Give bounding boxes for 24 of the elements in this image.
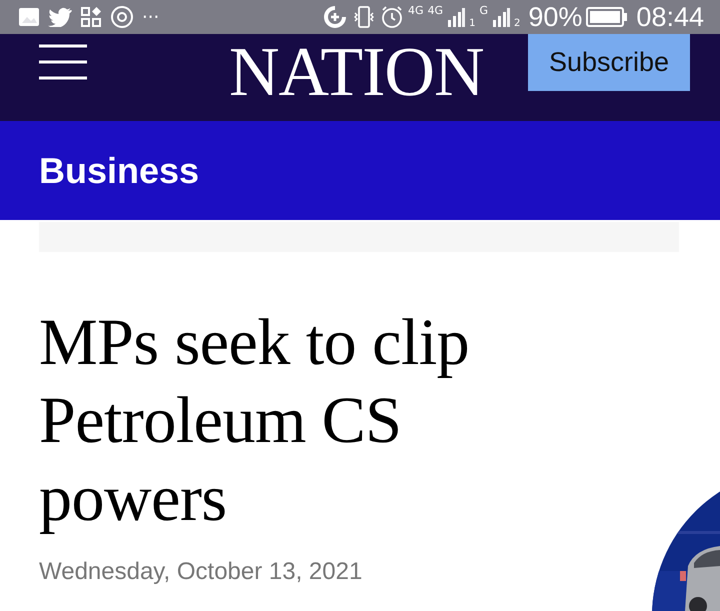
alarm-icon bbox=[380, 5, 404, 29]
network-label: 4G bbox=[408, 4, 424, 16]
battery-icon bbox=[586, 7, 628, 27]
data-saver-icon bbox=[322, 4, 348, 30]
section-title: Business bbox=[39, 150, 200, 192]
signal-icon bbox=[447, 7, 466, 27]
clock: 08:44 bbox=[636, 2, 704, 32]
article-date: Wednesday, October 13, 2021 bbox=[39, 558, 364, 586]
bird-icon bbox=[48, 7, 72, 27]
network-label: 4G bbox=[428, 4, 444, 16]
sim-number: 2 bbox=[514, 18, 520, 28]
signal-icon bbox=[492, 7, 510, 27]
site-logo[interactable]: NATION bbox=[229, 38, 484, 108]
menu-icon[interactable] bbox=[39, 44, 87, 80]
network-label: G bbox=[479, 4, 488, 16]
sim-number: 1 bbox=[469, 18, 476, 28]
more-notifications: ··· bbox=[142, 6, 160, 28]
vibrate-icon bbox=[352, 5, 376, 29]
battery-percent: 90% bbox=[528, 2, 582, 32]
widgets-icon bbox=[80, 6, 102, 28]
article-headline: MPs seek to clip Petroleum CS powers bbox=[39, 305, 470, 537]
subscribe-button[interactable]: Subscribe bbox=[528, 34, 690, 91]
gallery-icon bbox=[18, 7, 40, 27]
disc-icon bbox=[110, 5, 134, 29]
